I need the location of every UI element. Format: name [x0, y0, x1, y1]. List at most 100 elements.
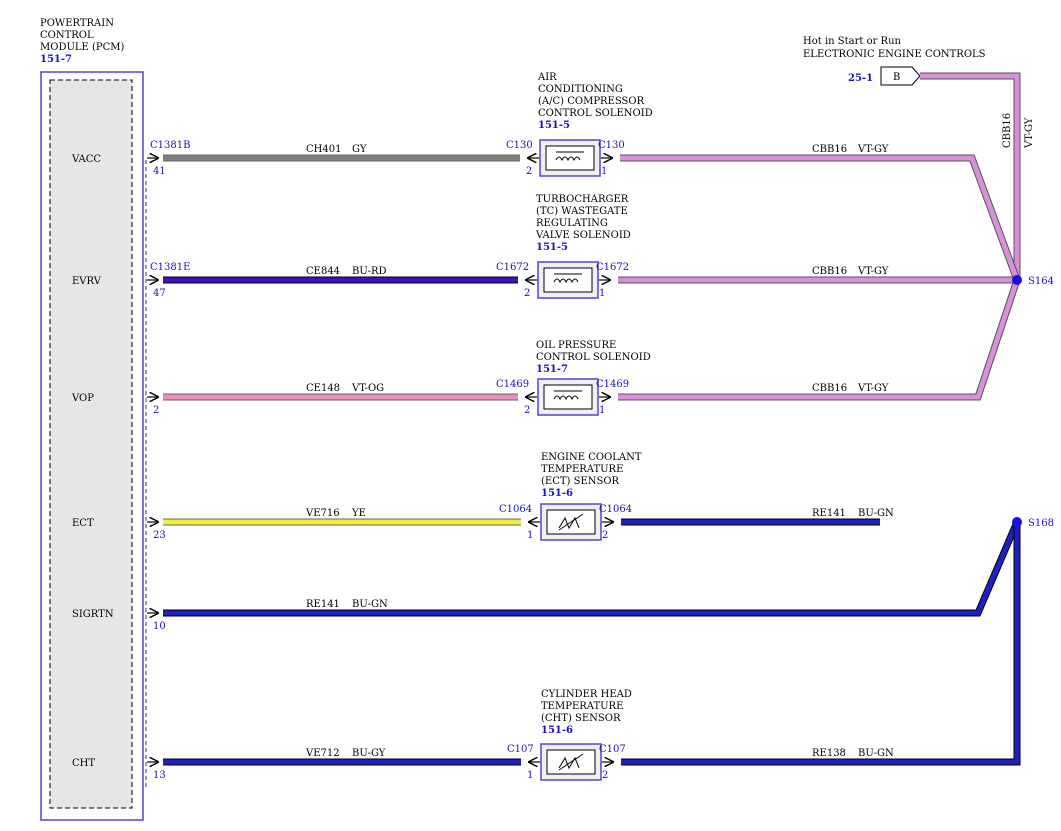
comp-left-pin-cht: 1: [527, 770, 533, 781]
comp-right-connector-cht: C107: [599, 744, 626, 755]
comp-right-pin-cht: 2: [602, 770, 608, 781]
circuit-rows: VACC C1381B 41 CH401 GY AIRCONDITIONING(A/C) …: [71, 72, 894, 781]
component-label-vacc-3: (A/C) COMPRESSOR: [538, 96, 645, 107]
wire-in-color-vacc: GY: [352, 144, 367, 155]
pcm-connector-vacc: C1381B: [150, 140, 190, 151]
wire-out-color-vop: VT-GY: [857, 383, 889, 394]
power-caption-line-1: Hot in Start or Run: [803, 36, 902, 47]
pin-name-cht: CHT: [72, 758, 95, 769]
wire-in-circuit-cht: VE712: [305, 748, 340, 759]
wire-in-color-ect: YE: [351, 508, 366, 519]
wire-out-color-vacc: VT-GY: [857, 144, 889, 155]
comp-left-connector-evrv: C1672: [496, 262, 529, 273]
comp-right-pin-ect: 2: [602, 530, 608, 541]
component-label-vop-2: CONTROL SOLENOID: [536, 352, 651, 363]
trunk-vacc: [880, 155, 1020, 281]
comp-right-pin-vacc: 1: [601, 166, 607, 177]
comp-right-connector-evrv: C1672: [596, 262, 629, 273]
component-ref-cht: 151-6: [541, 725, 573, 736]
wiring-diagram: POWERTRAIN CONTROL MODULE (PCM) 151-7 Ho…: [0, 0, 1061, 831]
component-label-evrv-4: VALVE SOLENOID: [535, 230, 631, 241]
wire-out-circuit-vacc: CBB16: [812, 144, 847, 155]
pin-name-vop: VOP: [71, 393, 94, 404]
component-label-vop-1: OIL PRESSURE: [536, 340, 616, 351]
component-label-ect-1: ENGINE COOLANT: [541, 452, 642, 463]
pcm-pin-cht: 13: [153, 770, 166, 781]
component-label-vacc-2: CONDITIONING: [538, 84, 623, 95]
wire-in-circuit-evrv: CE844: [306, 266, 340, 277]
component-ref-vacc: 151-5: [538, 120, 570, 131]
component-label-evrv-3: REGULATING: [536, 218, 608, 229]
power-caption-line-2: ELECTRONIC ENGINE CONTROLS: [803, 49, 986, 60]
pin-name-vacc: VACC: [71, 154, 101, 165]
trunk-cht: [880, 522, 1020, 765]
comp-left-pin-vacc: 2: [526, 166, 532, 177]
power-ref: 25-1: [848, 73, 873, 84]
pcm-connector-evrv: C1381E: [150, 262, 190, 273]
wire-out-circuit-vop: CBB16: [812, 383, 847, 394]
trunk-cht-outline: [880, 522, 1021, 766]
component-label-cht-2: TEMPERATURE: [541, 701, 623, 712]
component-label-cht-3: (CHT) SENSOR: [541, 713, 621, 724]
component-label-cht-1: CYLINDER HEAD: [541, 689, 632, 700]
pcm-pin-evrv: 47: [153, 288, 166, 299]
pin-name-sigrtn: SIGRTN: [72, 609, 114, 620]
wire-in-circuit-sigrtn: RE141: [306, 599, 340, 610]
comp-left-connector-cht: C107: [507, 744, 534, 755]
comp-left-pin-evrv: 2: [524, 288, 530, 299]
splice-s164-label: S164: [1028, 276, 1054, 287]
trunk-sigrtn: [880, 521, 1020, 616]
pcm-pin-sigrtn: 10: [153, 621, 166, 632]
pcm-module: POWERTRAIN CONTROL MODULE (PCM) 151-7: [40, 18, 147, 821]
splice-s164-dot: [1012, 275, 1022, 285]
pcm-ref: 151-7: [40, 54, 72, 65]
pcm-pin-vop: 2: [153, 405, 159, 416]
component-label-vacc-4: CONTROL SOLENOID: [538, 108, 653, 119]
pcm-module-inner: [49, 79, 133, 809]
pcm-pin-ect: 23: [153, 530, 166, 541]
comp-left-pin-ect: 1: [527, 530, 533, 541]
pcm-title-line-2: CONTROL: [40, 30, 94, 41]
power-connector-label: B: [893, 72, 900, 83]
comp-left-pin-vop: 2: [524, 405, 530, 416]
component-inner-vacc: [545, 145, 595, 171]
component-label-ect-3: (ECT) SENSOR: [541, 476, 620, 487]
component-ref-vop: 151-7: [536, 364, 568, 375]
comp-left-connector-vop: C1469: [496, 379, 529, 390]
power-wire-color: VT-GY: [1024, 117, 1035, 149]
comp-left-connector-vacc: C130: [506, 140, 533, 151]
component-label-evrv-1: TURBOCHARGER: [536, 194, 629, 205]
wire-out-circuit-evrv: CBB16: [812, 266, 847, 277]
comp-right-connector-ect: C1064: [599, 504, 632, 515]
splice-s168-dot: [1012, 517, 1022, 527]
component-ref-ect: 151-6: [541, 488, 573, 499]
pcm-pin-vacc: 41: [153, 166, 166, 177]
component-label-evrv-2: (TC) WASTEGATE: [536, 206, 628, 217]
wire-out-color-evrv: VT-GY: [857, 266, 889, 277]
wire-out-circuit-ect: RE141: [812, 508, 846, 519]
comp-right-connector-vacc: C130: [598, 140, 625, 151]
wire-in-circuit-vacc: CH401: [306, 144, 341, 155]
splice-s168-label: S168: [1028, 518, 1054, 529]
component-label-vacc-1: AIR: [537, 72, 557, 83]
pcm-title-line-3: MODULE (PCM): [40, 42, 125, 53]
wiring-diagram-canvas: POWERTRAIN CONTROL MODULE (PCM) 151-7 Ho…: [40, 18, 1054, 821]
pin-name-evrv: EVRV: [72, 276, 102, 287]
wire-out-color-ect: BU-GN: [858, 508, 894, 519]
comp-right-connector-vop: C1469: [596, 379, 629, 390]
pcm-title-line-1: POWERTRAIN: [40, 18, 114, 29]
wire-in-circuit-vop: CE148: [306, 383, 340, 394]
wire-in-color-vop: VT-OG: [351, 383, 384, 394]
wire-in-color-cht: BU-GY: [352, 748, 386, 759]
wire-out-circuit-cht: RE138: [812, 748, 846, 759]
pin-name-ect: ECT: [72, 518, 94, 529]
comp-left-connector-ect: C1064: [499, 504, 532, 515]
wire-in-color-evrv: BU-RD: [352, 266, 387, 277]
wire-in-circuit-ect: VE716: [305, 508, 340, 519]
trunk-vop: [880, 279, 1020, 400]
wire-out-color-cht: BU-GN: [858, 748, 894, 759]
wire-in-color-sigrtn: BU-GN: [352, 599, 388, 610]
component-ref-evrv: 151-5: [536, 242, 568, 253]
component-inner-evrv: [543, 267, 593, 293]
power-wire-circuit: CBB16: [1002, 113, 1013, 148]
